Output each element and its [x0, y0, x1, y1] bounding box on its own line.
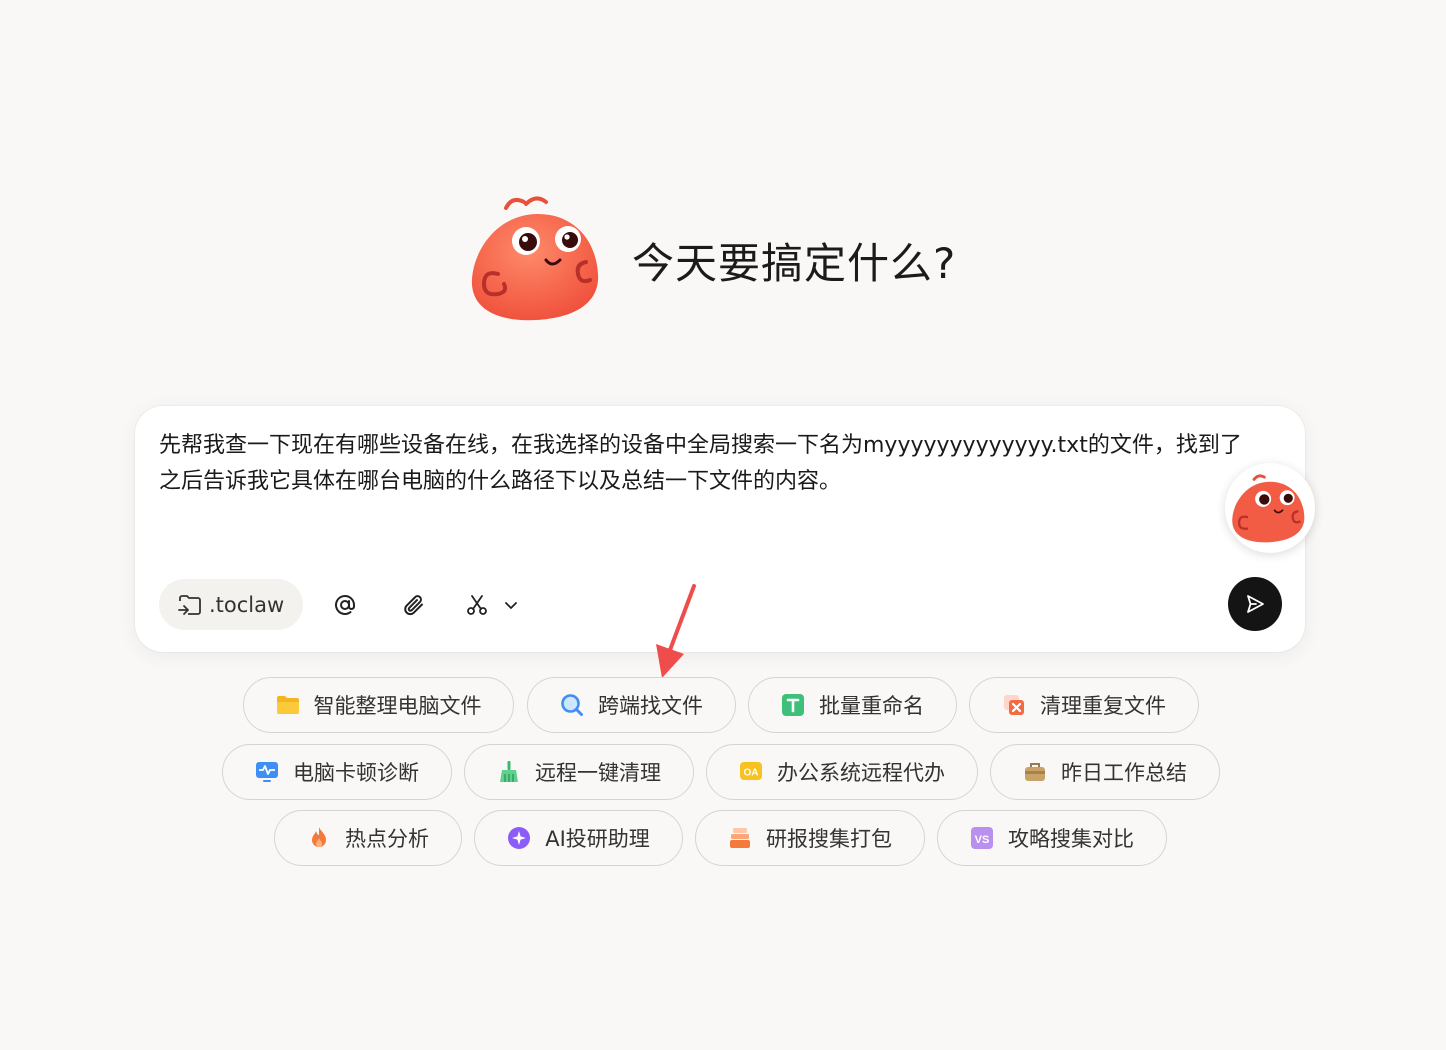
scissors-icon — [467, 594, 488, 615]
stack-icon — [728, 826, 752, 850]
mascot-icon — [1232, 474, 1305, 543]
flame-icon — [307, 826, 331, 850]
suggestion-row-2: 电脑卡顿诊断 远程一键清理 OA 办公系统远程代办 昨日工作总结 — [0, 744, 1446, 802]
chip-label: 昨日工作总结 — [1061, 761, 1187, 785]
text-t-icon — [781, 693, 805, 717]
paperclip-icon — [404, 594, 424, 615]
chip-cross-device-search[interactable]: 跨端找文件 — [527, 677, 736, 733]
chip-label: 批量重命名 — [819, 694, 924, 718]
vs-icon: VS — [970, 826, 994, 850]
attach-button[interactable] — [394, 585, 434, 625]
skills-dropdown[interactable] — [499, 585, 523, 625]
folder-link-icon — [178, 594, 201, 615]
mention-button[interactable] — [325, 585, 365, 625]
search-icon — [560, 693, 584, 717]
prompt-composer: 先帮我查一下现在有哪些设备在线，在我选择的设备中全局搜索一下名为myyyyyyy… — [135, 406, 1315, 652]
send-button[interactable] — [1228, 577, 1282, 631]
chip-label: 智能整理电脑文件 — [313, 694, 482, 718]
prompt-input[interactable]: 先帮我查一下现在有哪些设备在线，在我选择的设备中全局搜索一下名为myyyyyyy… — [159, 428, 1251, 500]
chip-label: 热点分析 — [345, 827, 429, 851]
chip-report-collect[interactable]: 研报搜集打包 — [695, 810, 925, 866]
chip-label: 清理重复文件 — [1040, 694, 1166, 718]
composer-toolbar: .toclaw — [159, 579, 523, 630]
briefcase-icon — [1023, 760, 1047, 784]
assistant-avatar[interactable] — [1225, 463, 1315, 553]
chip-clean-duplicates[interactable]: 清理重复文件 — [969, 677, 1199, 733]
at-icon — [335, 594, 356, 615]
chip-label: 办公系统远程代办 — [777, 761, 945, 785]
chip-batch-rename[interactable]: 批量重命名 — [748, 677, 957, 733]
chip-label: 远程一键清理 — [535, 761, 661, 785]
send-icon — [1247, 595, 1264, 613]
oa-icon: OA — [739, 760, 763, 784]
chip-hotspot-analysis[interactable]: 热点分析 — [274, 810, 462, 866]
chip-label: 跨端找文件 — [598, 694, 703, 718]
broom-icon — [497, 760, 521, 784]
chip-remote-clean[interactable]: 远程一键清理 — [464, 744, 694, 800]
chip-label: 研报搜集打包 — [766, 827, 892, 851]
ai-sparkle-icon — [507, 826, 531, 850]
svg-text:VS: VS — [975, 834, 990, 846]
directory-selector[interactable]: .toclaw — [159, 579, 304, 630]
chip-guide-compare[interactable]: VS 攻略搜集对比 — [937, 810, 1167, 866]
svg-text:OA: OA — [744, 768, 759, 779]
mascot-logo — [471, 196, 599, 321]
hero: 今天要搞定什么? — [468, 194, 956, 326]
skills-button[interactable] — [457, 585, 497, 625]
duplicate-delete-icon — [1002, 693, 1026, 717]
monitor-pulse-icon — [255, 760, 279, 784]
chip-label: AI投研助理 — [545, 827, 650, 851]
chip-daily-summary[interactable]: 昨日工作总结 — [990, 744, 1220, 800]
chevron-down-icon — [505, 601, 518, 609]
suggestion-row-3: 热点分析 AI投研助理 研报搜集打包 VS 攻略搜集对比 — [0, 810, 1446, 868]
directory-label: .toclaw — [209, 592, 285, 617]
folder-icon — [276, 693, 300, 717]
chip-organize-files[interactable]: 智能整理电脑文件 — [243, 677, 514, 733]
chip-lag-diagnosis[interactable]: 电脑卡顿诊断 — [222, 744, 452, 800]
chip-ai-research[interactable]: AI投研助理 — [474, 810, 683, 866]
chip-office-remote[interactable]: OA 办公系统远程代办 — [706, 744, 978, 800]
page-title: 今天要搞定什么? — [632, 238, 957, 288]
suggestion-row-1: 智能整理电脑文件 跨端找文件 批量重命名 清理重复文件 — [0, 677, 1446, 735]
chip-label: 攻略搜集对比 — [1008, 827, 1134, 851]
chip-label: 电脑卡顿诊断 — [293, 761, 419, 785]
